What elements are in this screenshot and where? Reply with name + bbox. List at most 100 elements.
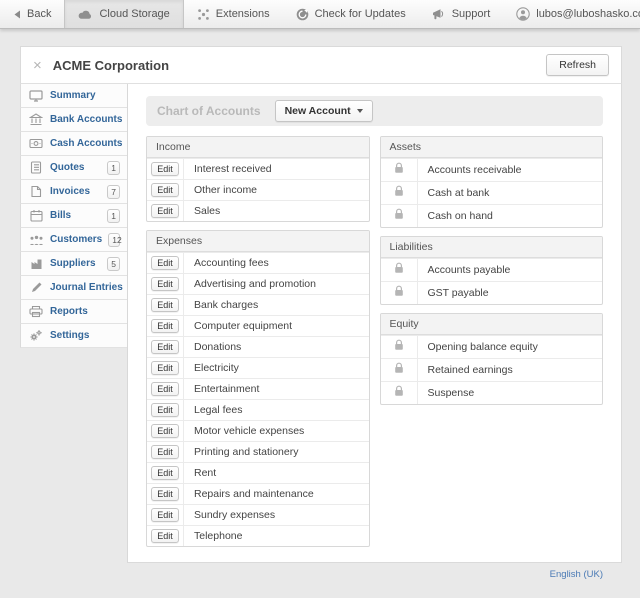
account-row-action (381, 382, 418, 404)
account-row: EditAdvertising and promotion (147, 273, 369, 294)
account-row-action: Edit (147, 337, 184, 357)
account-name: Entertainment (184, 379, 269, 399)
edit-button[interactable]: Edit (151, 424, 179, 438)
edit-button[interactable]: Edit (151, 340, 179, 354)
close-icon[interactable]: × (33, 58, 42, 73)
account-row-action (381, 205, 418, 227)
account-row-action: Edit (147, 253, 184, 273)
edit-button[interactable]: Edit (151, 204, 179, 218)
sidebar-item-label: Reports (50, 306, 88, 317)
edit-button[interactable]: Edit (151, 487, 179, 501)
account-row-action: Edit (147, 274, 184, 294)
account-row: GST payable (381, 281, 603, 304)
account-row-action: Edit (147, 358, 184, 378)
account-name: Cash at bank (418, 182, 500, 204)
edit-button[interactable]: Edit (151, 183, 179, 197)
assets-panel: AssetsAccounts receivableCash at bankCas… (380, 136, 604, 228)
edit-button[interactable]: Edit (151, 256, 179, 270)
account-name: Accounts payable (418, 259, 521, 281)
topbar-item-extensions[interactable]: Extensions (184, 0, 283, 28)
account-row: EditRepairs and maintenance (147, 483, 369, 504)
account-row-action: Edit (147, 484, 184, 504)
topbar-right-items: lubos@luboshasko.comLogout (503, 0, 640, 28)
sidebar-item-suppliers[interactable]: Suppliers5 (20, 252, 127, 276)
sidebar-item-bills[interactable]: Bills1 (20, 204, 127, 228)
account-name: GST payable (418, 282, 499, 304)
sidebar-item-quotes[interactable]: Quotes1 (20, 156, 127, 180)
account-row: Edit Entertainment (147, 378, 369, 399)
printer-icon (28, 305, 44, 318)
sidebar-item-cash-accounts[interactable]: Cash Accounts2 (20, 132, 127, 156)
invoice-icon (28, 185, 44, 198)
topbar-item-back[interactable]: Back (0, 0, 64, 28)
edit-button[interactable]: Edit (151, 319, 179, 333)
card-header: × ACME Corporation Refresh (20, 46, 622, 84)
update-icon (296, 8, 309, 21)
main-content: Chart of Accounts New Account IncomeEdit… (127, 84, 622, 563)
new-account-button[interactable]: New Account (275, 100, 373, 122)
sidebar-item-summary[interactable]: Summary (20, 84, 127, 108)
topbar-item-lubos-luboshasko-com[interactable]: lubos@luboshasko.com (503, 0, 640, 28)
account-row: EditAccounting fees (147, 252, 369, 273)
quote-icon (28, 161, 44, 174)
lock-icon (394, 207, 404, 225)
sidebar-item-bank-accounts[interactable]: Bank Accounts2 (20, 108, 127, 132)
topbar-item-check-for-updates[interactable]: Check for Updates (283, 0, 419, 28)
card-body: Summary Bank Accounts2Cash Accounts2Quote… (20, 84, 622, 563)
new-account-label: New Account (285, 105, 351, 117)
sidebar-item-label: Summary (50, 90, 96, 101)
factory-icon (28, 258, 44, 270)
account-row: EditTelephone (147, 525, 369, 546)
edit-button[interactable]: Edit (151, 466, 179, 480)
account-name: Donations (184, 337, 251, 357)
edit-button[interactable]: Edit (151, 277, 179, 291)
lock-icon (394, 338, 404, 356)
sidebar-item-label: Bank Accounts (50, 114, 122, 125)
topbar-left-items: BackCloud StorageExtensionsCheck for Upd… (0, 0, 503, 28)
calendar-icon (28, 209, 44, 222)
sidebar-nav: Summary Bank Accounts2Cash Accounts2Quote… (20, 84, 127, 348)
account-row: EditBank charges (147, 294, 369, 315)
account-name: Accounts receivable (418, 159, 532, 181)
language-link[interactable]: English (UK) (20, 563, 622, 580)
account-row: EditElectricity (147, 357, 369, 378)
edit-button[interactable]: Edit (151, 508, 179, 522)
sidebar-item-label: Settings (50, 330, 89, 341)
sidebar-item-invoices[interactable]: Invoices7 (20, 180, 127, 204)
expenses-panel: ExpensesEditAccounting feesEditAdvertisi… (146, 230, 370, 547)
sidebar-item-settings[interactable]: Settings (20, 324, 127, 348)
topbar-item-support[interactable]: Support (419, 0, 504, 28)
sidebar-item-journal-entries[interactable]: Journal Entries1 (20, 276, 127, 300)
top-menu-bar: BackCloud StorageExtensionsCheck for Upd… (0, 0, 640, 29)
edit-button[interactable]: Edit (151, 162, 179, 176)
refresh-button[interactable]: Refresh (546, 54, 609, 76)
account-row: EditPrinting and stationery (147, 441, 369, 462)
account-name: Other income (184, 180, 267, 200)
sidebar-item-label: Customers (50, 234, 102, 245)
panel-title: Expenses (147, 231, 369, 252)
account-row: Cash at bank (381, 181, 603, 204)
count-badge: 1 (107, 161, 120, 175)
edit-button[interactable]: Edit (151, 529, 179, 543)
account-row-action (381, 359, 418, 381)
account-name: Legal fees (184, 400, 252, 420)
cloud-icon (78, 9, 93, 20)
edit-button[interactable]: Edit (151, 361, 179, 375)
sidebar-item-customers[interactable]: Customers12 (20, 228, 127, 252)
topbar-item-cloud-storage[interactable]: Cloud Storage (64, 0, 183, 28)
account-name: Sundry expenses (184, 505, 285, 525)
edit-button[interactable]: Edit (151, 298, 179, 312)
chart-of-accounts-toolbar: Chart of Accounts New Account (146, 96, 603, 126)
sidebar-item-reports[interactable]: Reports (20, 300, 127, 324)
edit-button[interactable]: Edit (151, 403, 179, 417)
account-row-action: Edit (147, 295, 184, 315)
edit-button[interactable]: Edit (151, 382, 179, 396)
lock-icon (394, 361, 404, 379)
sidebar-item-label: Bills (50, 210, 71, 221)
account-row-action: Edit (147, 159, 184, 179)
sidebar-item-label: Cash Accounts (50, 138, 122, 149)
sidebar-item-label: Journal Entries (50, 282, 123, 293)
sidebar-item-label: Invoices (50, 186, 90, 197)
edit-button[interactable]: Edit (151, 445, 179, 459)
account-name: Motor vehicle expenses (184, 421, 314, 441)
